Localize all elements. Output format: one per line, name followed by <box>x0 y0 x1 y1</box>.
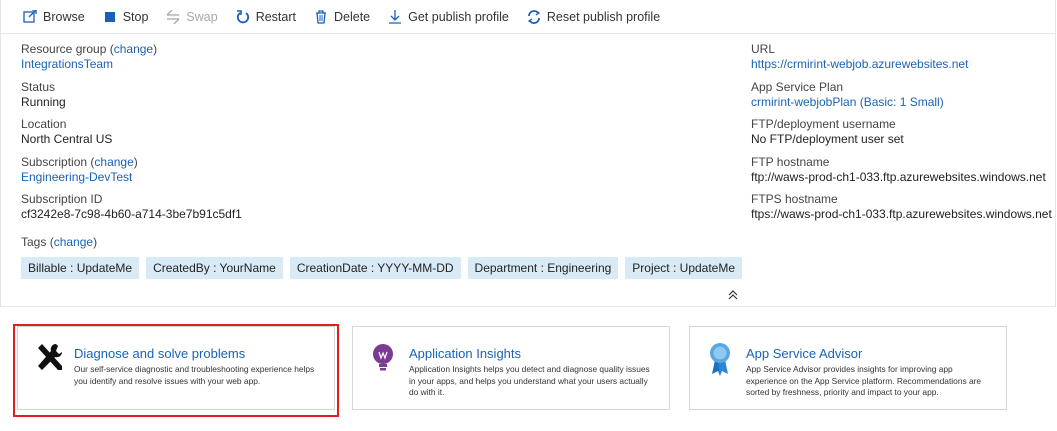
status-field: Status Running <box>21 80 521 118</box>
ftp-username-field: FTP/deployment username No FTP/deploymen… <box>751 117 1051 155</box>
stop-button[interactable]: Stop <box>103 9 149 24</box>
application-insights-title: Application Insights <box>409 346 522 361</box>
ftps-hostname-field: FTPS hostname ftps://waws-prod-ch1-033.f… <box>751 192 1052 230</box>
essentials-right-column: URL https://crmirint-webjob.azurewebsite… <box>751 42 1052 230</box>
browse-label: Browse <box>43 9 85 24</box>
wrench-screwdriver-icon <box>38 344 62 370</box>
ftp-hostname-field: FTP hostname ftp://waws-prod-ch1-033.ftp… <box>751 155 1051 193</box>
collapse-essentials-icon[interactable] <box>725 288 741 302</box>
resource-group-field: Resource group (change) IntegrationsTeam <box>21 42 521 80</box>
location-field: Location North Central US <box>21 117 521 155</box>
swap-label: Swap <box>186 9 218 24</box>
tags-header: Tags (change) <box>21 235 98 249</box>
subscription-id-field: Subscription ID cf3242e8-7c98-4b60-a714-… <box>21 192 521 230</box>
url-field: URL https://crmirint-webjob.azurewebsite… <box>751 42 1051 80</box>
restart-label: Restart <box>255 9 296 24</box>
subscription-link[interactable]: Engineering-DevTest <box>21 170 521 185</box>
ftps-hostname-value: ftps://waws-prod-ch1-033.ftp.azurewebsit… <box>751 207 1052 221</box>
stop-label: Stop <box>122 9 149 24</box>
resource-group-label: Resource group <box>21 42 107 56</box>
command-bar: Browse Stop Swap Restart Delete Get publ… <box>0 0 1056 34</box>
delete-label: Delete <box>333 9 371 24</box>
essentials-panel: Resource group (change) IntegrationsTeam… <box>0 34 1056 306</box>
app-service-plan-label: App Service Plan <box>751 79 844 94</box>
swap-button[interactable]: Swap <box>166 9 218 24</box>
tag-createdby: CreatedBy : YourName <box>146 257 283 279</box>
reset-publish-profile-label: Reset publish profile <box>546 9 661 24</box>
application-insights-tile[interactable]: Application Insights Application Insight… <box>352 326 670 410</box>
url-link[interactable]: https://crmirint-webjob.azurewebsites.ne… <box>751 57 1051 72</box>
diagnose-tile[interactable]: Diagnose and solve problems Our self-ser… <box>17 326 335 410</box>
browse-button[interactable]: Browse <box>23 9 85 24</box>
restart-button[interactable]: Restart <box>236 10 296 24</box>
tags-label: Tags <box>21 235 47 249</box>
ftp-hostname-label: FTP hostname <box>751 154 830 169</box>
location-value: North Central US <box>21 132 113 146</box>
ftp-username-label: FTP/deployment username <box>751 117 896 131</box>
subscription-label: Subscription <box>21 154 88 169</box>
stop-icon <box>104 11 115 22</box>
essentials-left-column: Resource group (change) IntegrationsTeam… <box>21 42 521 230</box>
reset-publish-profile-button[interactable]: Reset publish profile <box>527 10 660 24</box>
tag-project: Project : UpdateMe <box>625 257 743 279</box>
status-label: Status <box>21 79 56 94</box>
subscription-id-value: cf3242e8-7c98-4b60-a714-3be7b91c5df1 <box>21 207 242 221</box>
tag-billable: Billable : UpdateMe <box>21 257 140 279</box>
ftp-hostname-value: ftp://waws-prod-ch1-033.ftp.azurewebsite… <box>751 169 1046 184</box>
swap-icon <box>166 9 180 24</box>
tag-creationdate: CreationDate : YYYY-MM-DD <box>289 257 461 279</box>
resource-group-link[interactable]: IntegrationsTeam <box>21 57 521 72</box>
resource-group-change-link[interactable]: change <box>114 42 153 56</box>
reset-icon <box>527 9 541 24</box>
section-divider <box>0 306 1056 307</box>
app-service-advisor-tile[interactable]: App Service Advisor App Service Advisor … <box>689 326 1007 410</box>
trash-icon <box>315 9 326 24</box>
location-label: Location <box>21 117 67 131</box>
subscription-id-label: Subscription ID <box>21 192 103 206</box>
diagnose-description: Our self-service diagnostic and troubles… <box>74 364 315 386</box>
browse-icon <box>23 9 37 23</box>
ftp-username-value: No FTP/deployment user set <box>751 132 904 146</box>
url-label: URL <box>751 42 776 56</box>
diagnose-title: Diagnose and solve problems <box>74 346 246 361</box>
tag-list: Billable : UpdateMe CreatedBy : YourName… <box>21 257 749 279</box>
get-publish-profile-label: Get publish profile <box>408 9 509 24</box>
status-value: Running <box>21 94 66 109</box>
ftps-hostname-label: FTPS hostname <box>751 192 838 206</box>
app-service-advisor-description: App Service Advisor provides insights fo… <box>746 364 982 397</box>
subscription-field: Subscription (change) Engineering-DevTes… <box>21 155 521 193</box>
subscription-change-link[interactable]: change <box>94 155 133 169</box>
delete-button[interactable]: Delete <box>314 10 370 24</box>
download-icon <box>389 9 402 24</box>
app-service-plan-link[interactable]: crmirint-webjobPlan (Basic: 1 Small) <box>751 95 1051 110</box>
ribbon-badge-icon <box>710 343 730 376</box>
application-insights-description: Application Insights helps you detect an… <box>409 364 650 397</box>
app-service-advisor-title: App Service Advisor <box>746 346 863 361</box>
tags-change-link[interactable]: change <box>54 235 93 249</box>
lightbulb-icon <box>373 344 393 371</box>
restart-icon <box>236 9 249 23</box>
app-service-plan-field: App Service Plan crmirint-webjobPlan (Ba… <box>751 80 1051 118</box>
tag-department: Department : Engineering <box>467 257 619 279</box>
get-publish-profile-button[interactable]: Get publish profile <box>388 9 509 24</box>
